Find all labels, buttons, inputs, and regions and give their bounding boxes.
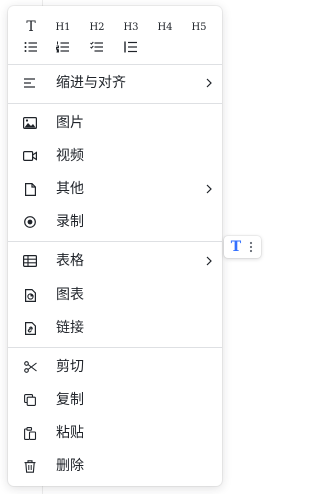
divider [8, 64, 222, 65]
quote-button[interactable] [118, 36, 144, 58]
paste-label: 粘贴 [56, 425, 84, 441]
chevron-right-icon [202, 76, 216, 90]
heading-toolbar: T H1 H2 H3 H4 H5 [8, 16, 222, 38]
insert-chart-item[interactable]: 图表 [12, 281, 218, 309]
drag-handle-icon[interactable] [246, 240, 256, 254]
record-item[interactable]: 录制 [12, 208, 218, 236]
image-label: 图片 [56, 115, 84, 131]
file-icon [22, 181, 38, 197]
delete-label: 删除 [56, 458, 84, 474]
text-button[interactable]: T [18, 16, 44, 38]
copy-label: 复制 [56, 392, 84, 408]
insert-link-item[interactable]: 链接 [12, 314, 218, 342]
quote-icon [124, 41, 137, 53]
copy-icon [22, 392, 38, 408]
block-context-menu: T H1 H2 H3 H4 H5 缩进与对齐 图片 视频 其他 录制 表格 图表… [8, 6, 222, 486]
table-label: 表格 [56, 253, 84, 269]
divider [8, 347, 222, 348]
block-type-indicator: T [230, 239, 242, 255]
other-label: 其他 [56, 181, 84, 197]
list-toolbar [8, 36, 222, 58]
divider [8, 103, 222, 104]
heading-3-button[interactable]: H3 [118, 16, 144, 38]
link-label: 链接 [56, 320, 84, 336]
chart-label: 图表 [56, 287, 84, 303]
chevron-right-icon [202, 182, 216, 196]
table-icon [22, 253, 38, 269]
align-left-icon [22, 75, 38, 91]
task-list-button[interactable] [84, 36, 110, 58]
insert-image-item[interactable]: 图片 [12, 109, 218, 137]
bullet-list-button[interactable] [18, 36, 44, 58]
insert-other-item[interactable]: 其他 [12, 175, 218, 203]
link-file-icon [22, 320, 38, 336]
record-label: 录制 [56, 214, 84, 230]
bullet-list-icon [24, 42, 37, 52]
trash-icon [22, 458, 38, 474]
video-icon [22, 148, 38, 164]
paste-item[interactable]: 粘贴 [12, 419, 218, 447]
copy-item[interactable]: 复制 [12, 386, 218, 414]
record-icon [22, 214, 38, 230]
heading-2-button[interactable]: H2 [84, 16, 110, 38]
heading-5-button[interactable]: H5 [186, 16, 212, 38]
chart-file-icon [22, 287, 38, 303]
indent-align-label: 缩进与对齐 [56, 75, 126, 91]
delete-item[interactable]: 删除 [12, 452, 218, 480]
insert-video-item[interactable]: 视频 [12, 142, 218, 170]
cut-label: 剪切 [56, 359, 84, 375]
insert-table-item[interactable]: 表格 [12, 247, 218, 275]
block-handle[interactable]: T [224, 236, 261, 258]
indent-align-item[interactable]: 缩进与对齐 [12, 69, 218, 97]
video-label: 视频 [56, 148, 84, 164]
paste-icon [22, 425, 38, 441]
heading-1-button[interactable]: H1 [50, 16, 76, 38]
divider [8, 241, 222, 242]
cut-item[interactable]: 剪切 [12, 353, 218, 381]
scissors-icon [22, 359, 38, 375]
numbered-list-button[interactable] [50, 36, 76, 58]
image-icon [22, 115, 38, 131]
heading-4-button[interactable]: H4 [152, 16, 178, 38]
task-list-icon [90, 41, 103, 52]
chevron-right-icon [202, 254, 216, 268]
numbered-list-icon [56, 41, 69, 53]
